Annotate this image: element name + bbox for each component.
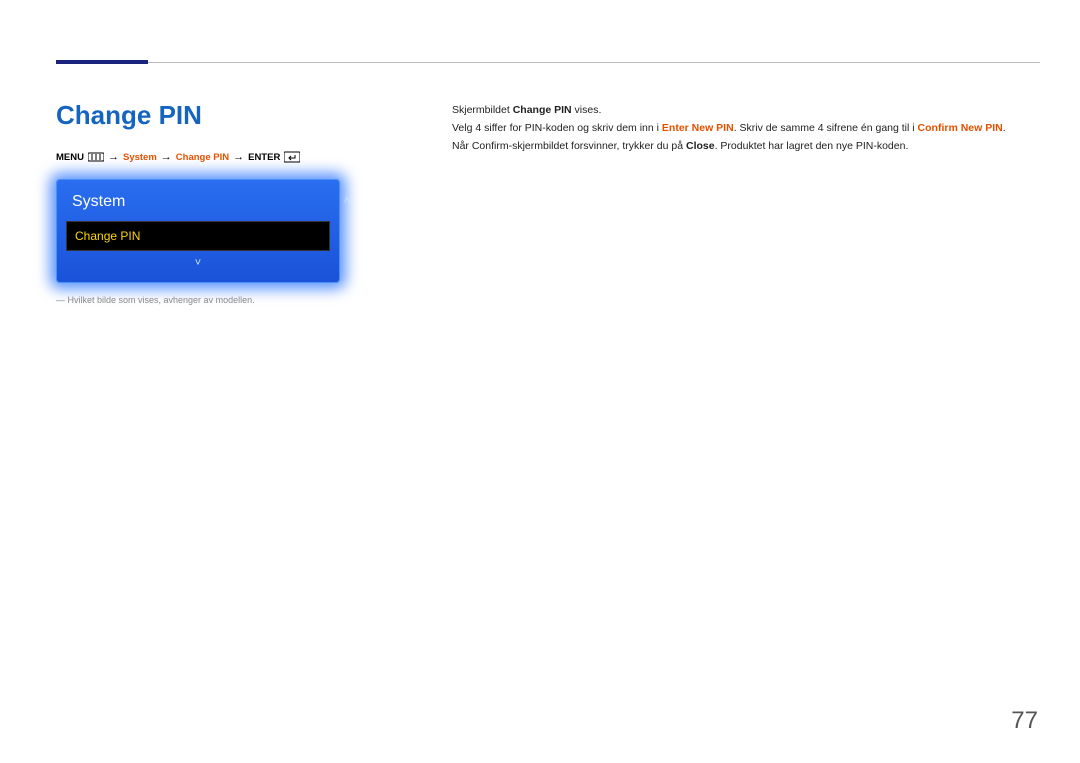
menu-item-change-pin[interactable]: Change PIN [66,221,330,251]
page-number: 77 [1011,707,1038,735]
arrow-icon: → [233,151,244,163]
footnote: ― Hvilket bilde som vises, avhenger av m… [56,295,346,305]
breadcrumb: MENU → System → Change PIN → ENTER [56,151,346,163]
desc-text: Velg 4 siffer for PIN-koden og skriv dem… [452,122,662,134]
desc-highlight: Confirm New PIN [918,122,1003,134]
menu-icon [88,151,104,163]
header-rule [148,62,1040,63]
arrow-icon: → [161,151,172,163]
breadcrumb-enter-label: ENTER [248,152,280,163]
breadcrumb-system: System [123,152,157,163]
chevron-down-icon[interactable]: ˅ [66,257,330,269]
desc-text: . [1003,122,1006,134]
desc-text: vises. [572,104,602,116]
panel-title: System [66,193,125,211]
desc-highlight: Enter New PIN [662,122,734,134]
left-column: Change PIN MENU → System → Change PIN → … [56,100,346,305]
description-text: Skjermbildet Change PIN vises. Velg 4 si… [452,102,1038,156]
breadcrumb-menu-label: MENU [56,152,84,163]
desc-text: Når Confirm-skjermbildet forsvinner, try… [452,140,686,152]
desc-text: Skjermbildet [452,104,513,116]
breadcrumb-change-pin: Change PIN [176,152,229,163]
desc-text: . Skriv de samme 4 sifrene én gang til i [734,122,918,134]
desc-bold: Change PIN [513,104,572,116]
desc-bold: Close [686,140,715,152]
arrow-icon: → [108,151,119,163]
chevron-up-icon[interactable]: ˄ [344,195,350,207]
system-menu-panel: System ˄ Change PIN ˅ [56,179,340,283]
header-accent-bar [56,60,148,64]
page-title: Change PIN [56,100,346,131]
enter-icon [284,151,300,163]
desc-text: . Produktet har lagret den nye PIN-koden… [715,140,909,152]
